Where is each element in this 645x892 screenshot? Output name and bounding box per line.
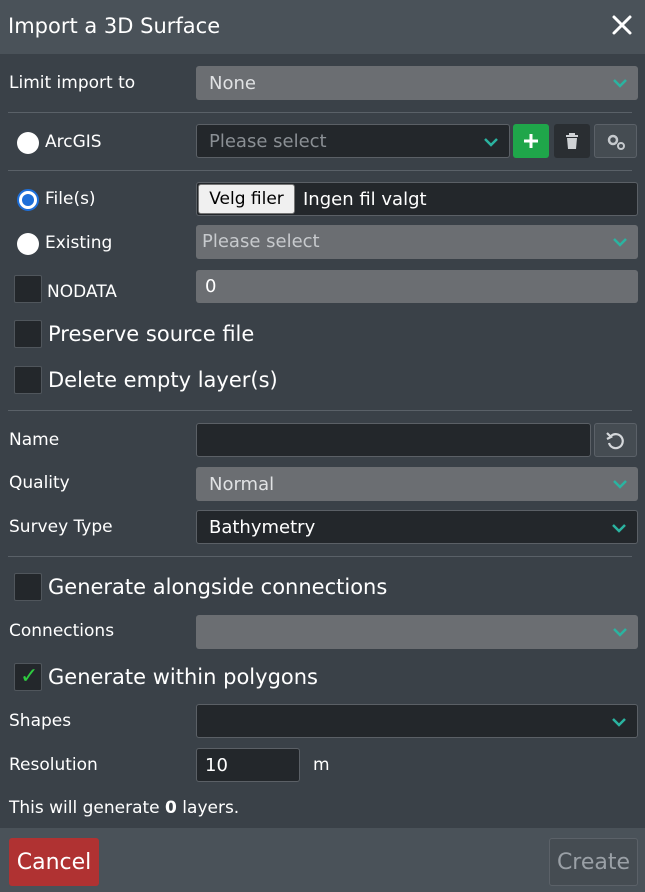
- chevron-down-icon: [613, 238, 627, 247]
- arcgis-select[interactable]: Please select: [196, 124, 510, 158]
- summary-suffix: layers.: [182, 798, 240, 818]
- nodata-label: NODATA: [47, 282, 117, 302]
- trash-icon: [566, 133, 578, 149]
- delete-arcgis-button[interactable]: [554, 124, 590, 158]
- divider: [8, 170, 632, 171]
- within-polygons-label: Generate within polygons: [48, 665, 318, 689]
- choose-files-button[interactable]: Velg filer: [198, 184, 295, 214]
- files-radio[interactable]: [17, 189, 39, 211]
- within-polygons-checkbox[interactable]: ✓: [14, 663, 42, 691]
- chevron-down-icon: [613, 628, 627, 637]
- dialog-title: Import a 3D Surface: [8, 14, 221, 38]
- alongside-label: Generate alongside connections: [48, 575, 388, 599]
- name-input[interactable]: [196, 423, 591, 457]
- arcgis-placeholder: Please select: [209, 131, 327, 152]
- chevron-down-icon: [613, 79, 627, 88]
- shapes-label: Shapes: [9, 711, 72, 731]
- quality-select[interactable]: Normal: [196, 467, 638, 501]
- limit-import-label: Limit import to: [9, 73, 136, 93]
- delete-empty-label: Delete empty layer(s): [48, 368, 278, 392]
- summary-prefix: This will generate: [9, 798, 160, 818]
- connections-label: Connections: [9, 621, 115, 641]
- summary-text: This will generate 0 layers.: [9, 798, 239, 818]
- preserve-checkbox[interactable]: [14, 320, 42, 348]
- file-input[interactable]: Velg filer Ingen fil valgt: [196, 182, 638, 216]
- resolution-label: Resolution: [9, 755, 98, 775]
- limit-import-value: None: [209, 73, 256, 94]
- shapes-select[interactable]: [196, 704, 638, 738]
- name-label: Name: [9, 430, 60, 450]
- divider: [8, 410, 632, 411]
- survey-type-label: Survey Type: [9, 517, 113, 537]
- quality-value: Normal: [209, 474, 275, 495]
- survey-type-value: Bathymetry: [209, 517, 316, 538]
- checkmark-icon: ✓: [20, 664, 39, 689]
- add-arcgis-button[interactable]: [513, 124, 549, 158]
- quality-label: Quality: [9, 473, 70, 493]
- reset-name-button[interactable]: [594, 423, 637, 457]
- survey-type-select[interactable]: Bathymetry: [196, 510, 638, 544]
- files-label: File(s): [45, 189, 96, 209]
- close-icon[interactable]: [611, 14, 633, 36]
- gears-icon: [607, 134, 625, 150]
- undo-icon: [606, 432, 624, 450]
- connections-select[interactable]: [196, 615, 638, 649]
- existing-select[interactable]: Please select: [196, 225, 638, 259]
- alongside-checkbox[interactable]: [14, 573, 42, 601]
- chevron-down-icon: [612, 718, 626, 727]
- chevron-down-icon: [613, 480, 627, 489]
- arcgis-radio[interactable]: [17, 132, 39, 154]
- divider: [8, 556, 632, 557]
- settings-arcgis-button[interactable]: [594, 124, 637, 158]
- existing-radio[interactable]: [17, 233, 39, 255]
- existing-label: Existing: [45, 233, 113, 253]
- plus-icon: [524, 134, 538, 148]
- arcgis-label: ArcGIS: [45, 132, 102, 152]
- nodata-value: 0: [205, 276, 217, 297]
- resolution-unit: m: [313, 755, 330, 775]
- chevron-down-icon: [484, 138, 498, 147]
- create-button[interactable]: Create: [549, 838, 638, 886]
- cancel-button[interactable]: Cancel: [9, 838, 99, 886]
- divider: [8, 112, 632, 113]
- nodata-checkbox[interactable]: [14, 275, 42, 303]
- existing-placeholder: Please select: [202, 231, 320, 252]
- chevron-down-icon: [612, 524, 626, 533]
- resolution-value: 10: [205, 755, 228, 776]
- limit-import-select[interactable]: None: [196, 66, 638, 100]
- resolution-input[interactable]: 10: [196, 748, 300, 782]
- summary-count: 0: [165, 798, 177, 818]
- preserve-label: Preserve source file: [48, 322, 255, 346]
- nodata-input[interactable]: 0: [196, 270, 638, 303]
- files-status: Ingen fil valgt: [303, 189, 427, 210]
- delete-empty-checkbox[interactable]: [14, 366, 42, 394]
